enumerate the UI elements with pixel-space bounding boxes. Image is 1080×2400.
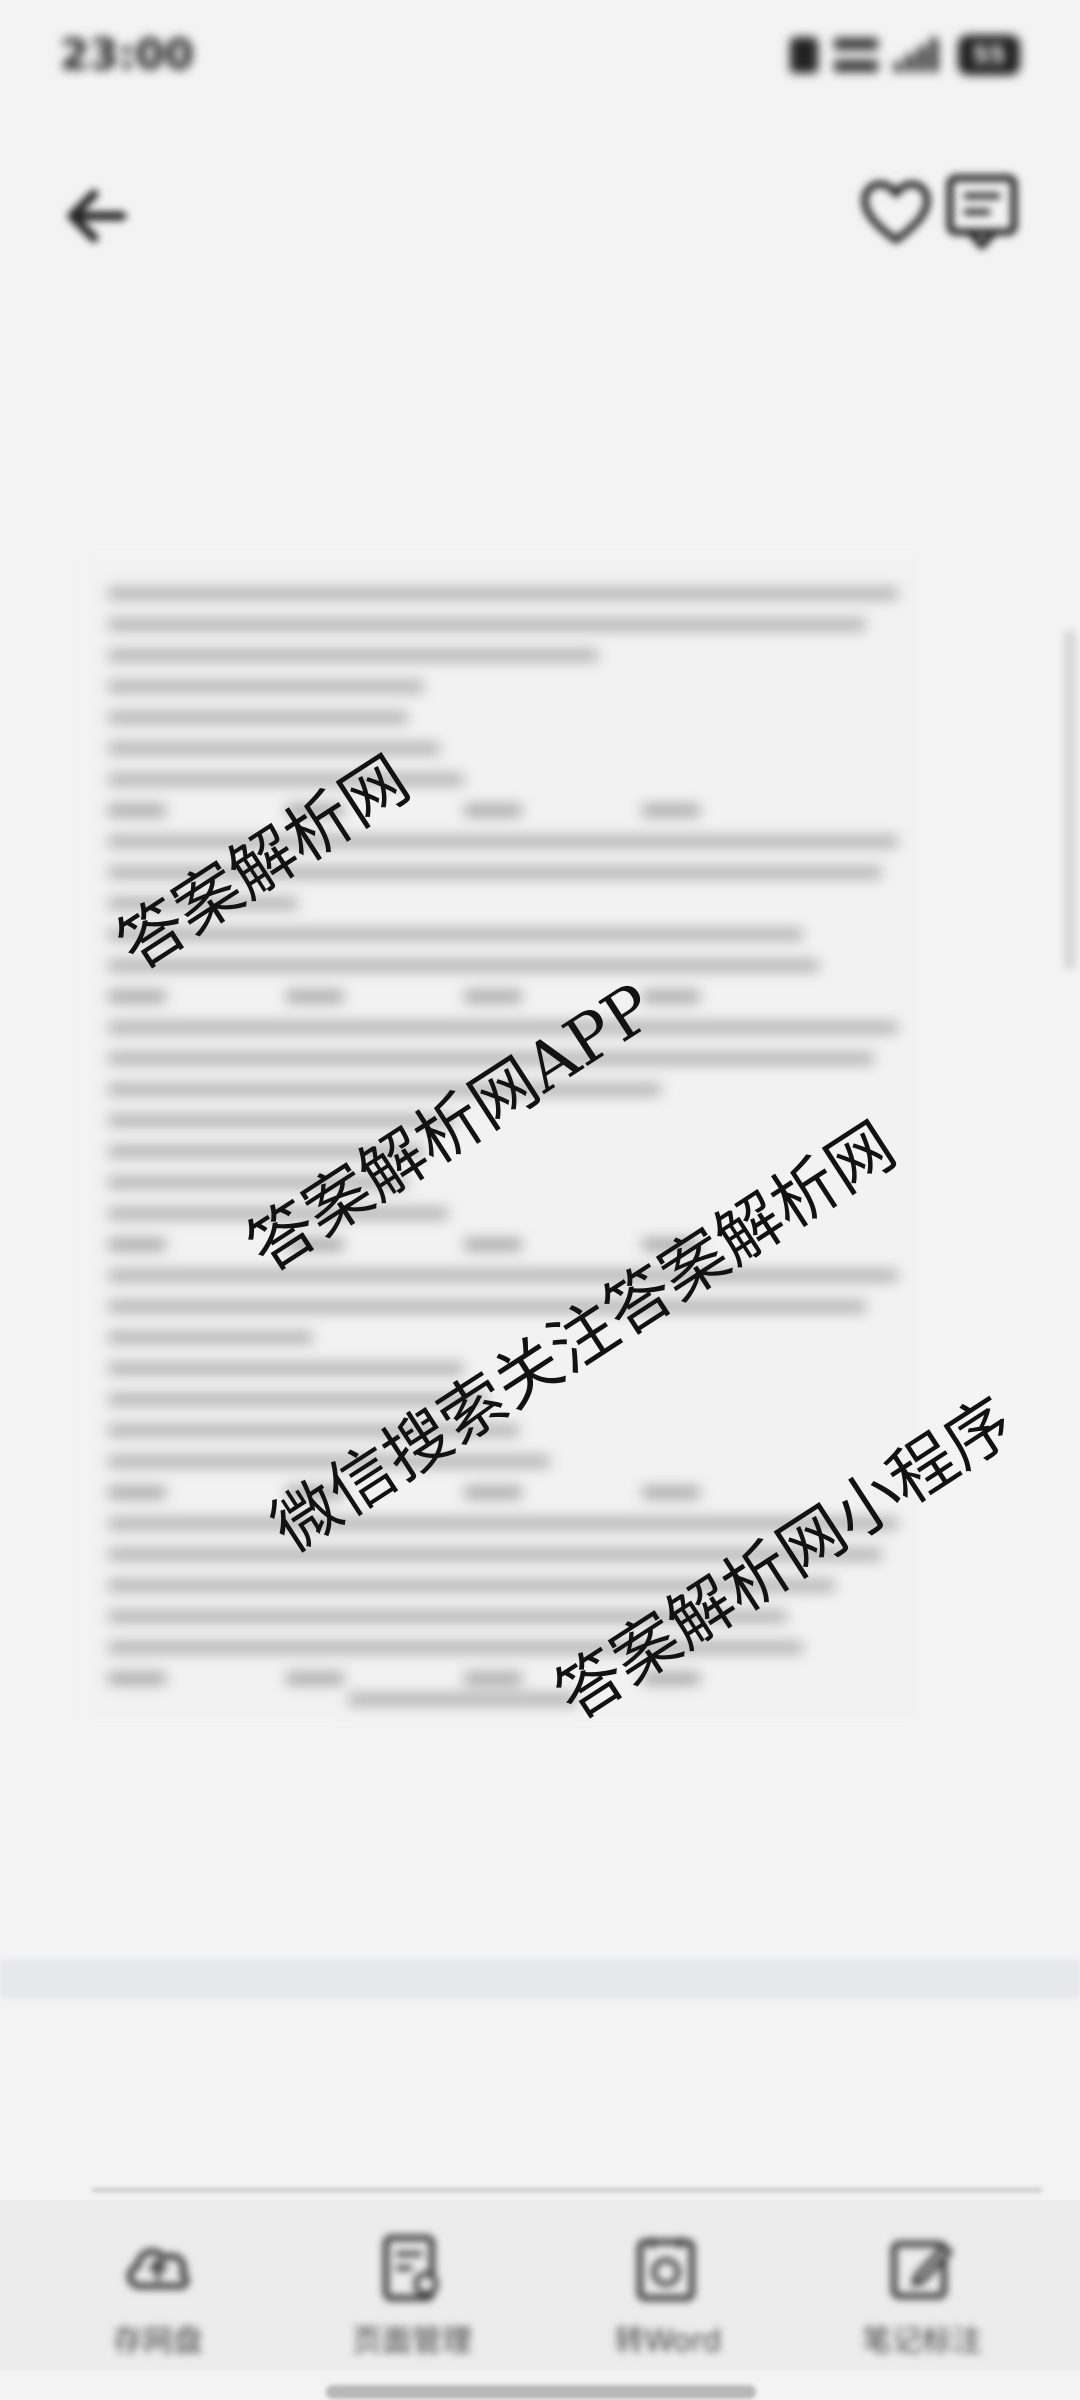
comment-button[interactable] bbox=[942, 170, 1022, 254]
divider-band bbox=[0, 1960, 1080, 1998]
status-icons: 55 bbox=[790, 34, 1020, 76]
document-viewer[interactable] bbox=[0, 300, 1080, 1960]
back-arrow-icon bbox=[67, 189, 127, 243]
status-bar: 23:00 55 bbox=[0, 0, 1080, 112]
page-manage-button[interactable]: 页面管理 bbox=[322, 2230, 502, 2360]
signal-icon bbox=[894, 38, 942, 72]
back-button[interactable] bbox=[56, 176, 136, 256]
network-speed-icon bbox=[834, 38, 878, 72]
battery-icon: 55 bbox=[958, 35, 1020, 75]
convert-word-icon bbox=[637, 2238, 695, 2301]
screen: 23:00 55 答案解析网 答案解析网APP 微信搜索关注答案解析网 答案解析… bbox=[0, 0, 1080, 2400]
edit-note-icon bbox=[891, 2241, 953, 2299]
heart-icon bbox=[861, 180, 931, 244]
top-toolbar bbox=[0, 140, 1080, 280]
save-to-cloud-button[interactable]: 存网盘 bbox=[68, 2230, 248, 2360]
scrollbar[interactable] bbox=[1064, 630, 1076, 970]
nav-label: 笔记标注 bbox=[862, 2324, 982, 2359]
comment-icon bbox=[946, 174, 1018, 250]
page-manage-icon bbox=[383, 2235, 439, 2301]
bottom-divider bbox=[92, 2188, 1042, 2192]
convert-word-button[interactable]: 转Word bbox=[578, 2230, 758, 2360]
lock-icon bbox=[790, 37, 818, 73]
bottom-action-bar: 存网盘 页面管理 转Word 笔记标注 bbox=[0, 2200, 1080, 2370]
nav-label: 转Word bbox=[614, 2324, 722, 2359]
page-footer bbox=[348, 1694, 578, 1705]
nav-label: 页面管理 bbox=[352, 2324, 472, 2359]
home-indicator[interactable] bbox=[326, 2385, 756, 2399]
note-annotate-button[interactable]: 笔记标注 bbox=[832, 2230, 1012, 2360]
status-time: 23:00 bbox=[60, 30, 194, 79]
nav-label: 存网盘 bbox=[113, 2324, 203, 2359]
favorite-button[interactable] bbox=[856, 172, 936, 252]
cloud-icon bbox=[127, 2248, 190, 2290]
